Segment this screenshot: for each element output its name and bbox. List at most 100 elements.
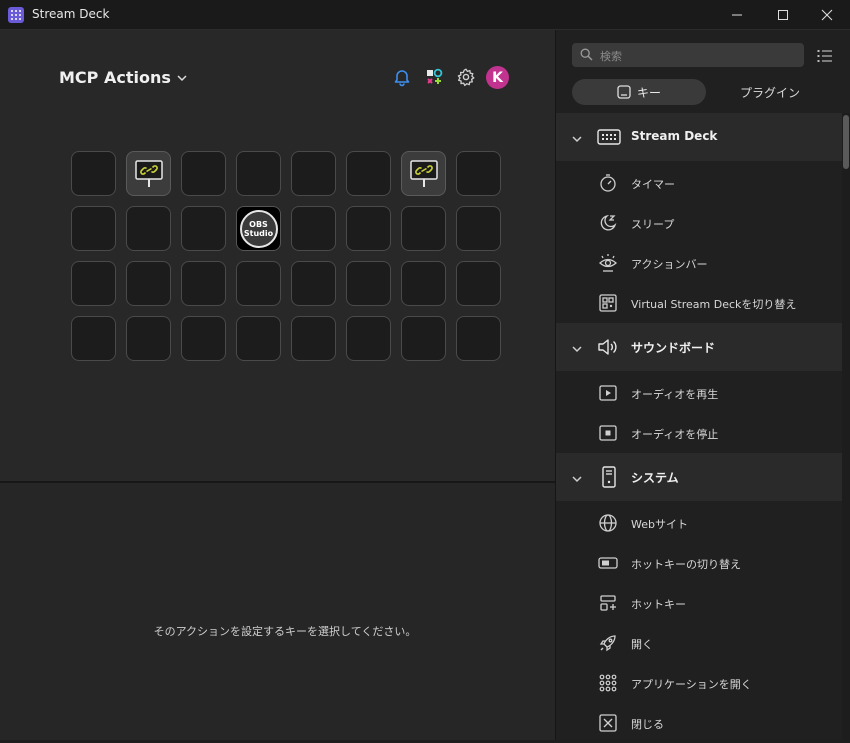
search-icon: [580, 48, 593, 61]
toggle-icon: [598, 553, 618, 573]
chevron-down-icon: [571, 470, 583, 489]
search-input[interactable]: 検索: [572, 43, 804, 67]
avatar-initial: K: [492, 69, 503, 86]
search-placeholder: 検索: [600, 50, 622, 63]
deck-key-link[interactable]: [401, 151, 446, 196]
action-label: オーディオを停止: [631, 428, 719, 441]
deck-key-empty[interactable]: [346, 206, 391, 251]
deck-key-empty[interactable]: [126, 261, 171, 306]
close-button[interactable]: [804, 0, 850, 30]
deck-canvas: MCP Actions K OBS Studio: [0, 30, 555, 483]
deck-key-empty[interactable]: [456, 261, 501, 306]
user-avatar[interactable]: K: [486, 66, 509, 89]
deck-key-empty[interactable]: [456, 316, 501, 361]
timer-icon: [598, 173, 618, 193]
deck-key-empty[interactable]: [291, 151, 336, 196]
key-icon: [617, 85, 631, 99]
deck-key-empty[interactable]: [71, 206, 116, 251]
chevron-down-icon: [571, 340, 583, 359]
link-icon: [134, 158, 164, 190]
deck-key-empty[interactable]: [71, 316, 116, 361]
deck-key-empty[interactable]: [181, 261, 226, 306]
deck-key-empty[interactable]: [291, 316, 336, 361]
bell-icon: [394, 70, 410, 87]
minimize-icon: [732, 14, 742, 16]
action-item[interactable]: 開く: [556, 623, 842, 663]
category-header[interactable]: Stream Deck: [556, 113, 842, 161]
action-item[interactable]: スリープ: [556, 203, 842, 243]
action-item[interactable]: ホットキー: [556, 583, 842, 623]
deck-key-empty[interactable]: [456, 151, 501, 196]
deck-key-empty[interactable]: [71, 261, 116, 306]
action-item[interactable]: アプリケーションを開く: [556, 663, 842, 703]
category-label: システム: [631, 471, 679, 485]
action-item[interactable]: 閉じる: [556, 703, 842, 743]
deck-key-empty[interactable]: [236, 261, 281, 306]
system-icon: [596, 465, 622, 489]
deck-key-empty[interactable]: [236, 151, 281, 196]
maximize-icon: [778, 10, 788, 20]
action-label: スリープ: [631, 218, 675, 231]
deck-key-empty[interactable]: [401, 261, 446, 306]
deck-key-empty[interactable]: [236, 316, 281, 361]
chevron-down-icon: [177, 74, 187, 81]
action-label: 閉じる: [631, 718, 664, 731]
deck-key-empty[interactable]: [71, 151, 116, 196]
deck-key-empty[interactable]: [346, 151, 391, 196]
deck-key-empty[interactable]: [346, 316, 391, 361]
tab-keys[interactable]: キー: [572, 79, 706, 105]
action-bar-icon: [598, 253, 618, 273]
tab-plugins[interactable]: プラグイン: [706, 79, 834, 105]
deck-key-empty[interactable]: [291, 261, 336, 306]
inspector-hint: そのアクションを設定するキーを選択してください。: [153, 625, 417, 638]
deck-key-empty[interactable]: [401, 316, 446, 361]
marketplace-button[interactable]: [423, 66, 445, 88]
profile-name: MCP Actions: [59, 68, 171, 87]
deck-key-empty[interactable]: [126, 316, 171, 361]
deck-key-empty[interactable]: [181, 151, 226, 196]
deck-key-empty[interactable]: [346, 261, 391, 306]
category-header[interactable]: システム: [556, 453, 842, 501]
action-item[interactable]: タイマー: [556, 163, 842, 203]
sleep-icon: [598, 213, 618, 233]
action-item[interactable]: Virtual Stream Deckを切り替え: [556, 283, 842, 323]
main-panel: MCP Actions K OBS Studio そのアクションを設定するキーを…: [0, 30, 555, 740]
title-bar: Stream Deck: [0, 0, 850, 30]
app-grid-icon: [598, 673, 618, 693]
action-label: オーディオを再生: [631, 388, 719, 401]
key-grid: OBS Studio: [71, 151, 501, 361]
chevron-down-icon: [571, 130, 583, 149]
marketplace-icon: [427, 68, 443, 84]
sidebar-scrollbar[interactable]: [842, 113, 850, 740]
maximize-button[interactable]: [760, 0, 806, 30]
action-label: Virtual Stream Deckを切り替え: [631, 298, 797, 311]
profile-selector[interactable]: MCP Actions: [59, 68, 187, 87]
deck-key-empty[interactable]: [401, 206, 446, 251]
action-item[interactable]: オーディオを停止: [556, 413, 842, 453]
scrollbar-thumb[interactable]: [843, 115, 849, 169]
deck-key-empty[interactable]: [126, 206, 171, 251]
stream-deck-icon: [596, 125, 622, 149]
settings-button[interactable]: [455, 66, 477, 88]
category-label: サウンドボード: [631, 341, 716, 355]
action-item[interactable]: Webサイト: [556, 503, 842, 543]
action-item[interactable]: ホットキーの切り替え: [556, 543, 842, 583]
deck-key-obs[interactable]: OBS Studio: [236, 206, 281, 251]
deck-key-empty[interactable]: [181, 316, 226, 361]
deck-key-empty[interactable]: [456, 206, 501, 251]
list-view-button[interactable]: [817, 48, 833, 67]
deck-key-link[interactable]: [126, 151, 171, 196]
tab-keys-label: キー: [636, 85, 661, 100]
action-item[interactable]: オーディオを再生: [556, 373, 842, 413]
obs-logo-text: OBS: [249, 219, 268, 229]
notifications-button[interactable]: [391, 66, 413, 88]
action-label: 開く: [631, 638, 653, 651]
audio-play-icon: [598, 383, 618, 403]
deck-key-empty[interactable]: [291, 206, 336, 251]
action-item[interactable]: アクションバー: [556, 243, 842, 283]
deck-key-empty[interactable]: [181, 206, 226, 251]
action-label: アクションバー: [631, 258, 708, 271]
category-header[interactable]: サウンドボード: [556, 323, 842, 371]
link-icon: [409, 158, 439, 190]
minimize-button[interactable]: [714, 0, 760, 30]
